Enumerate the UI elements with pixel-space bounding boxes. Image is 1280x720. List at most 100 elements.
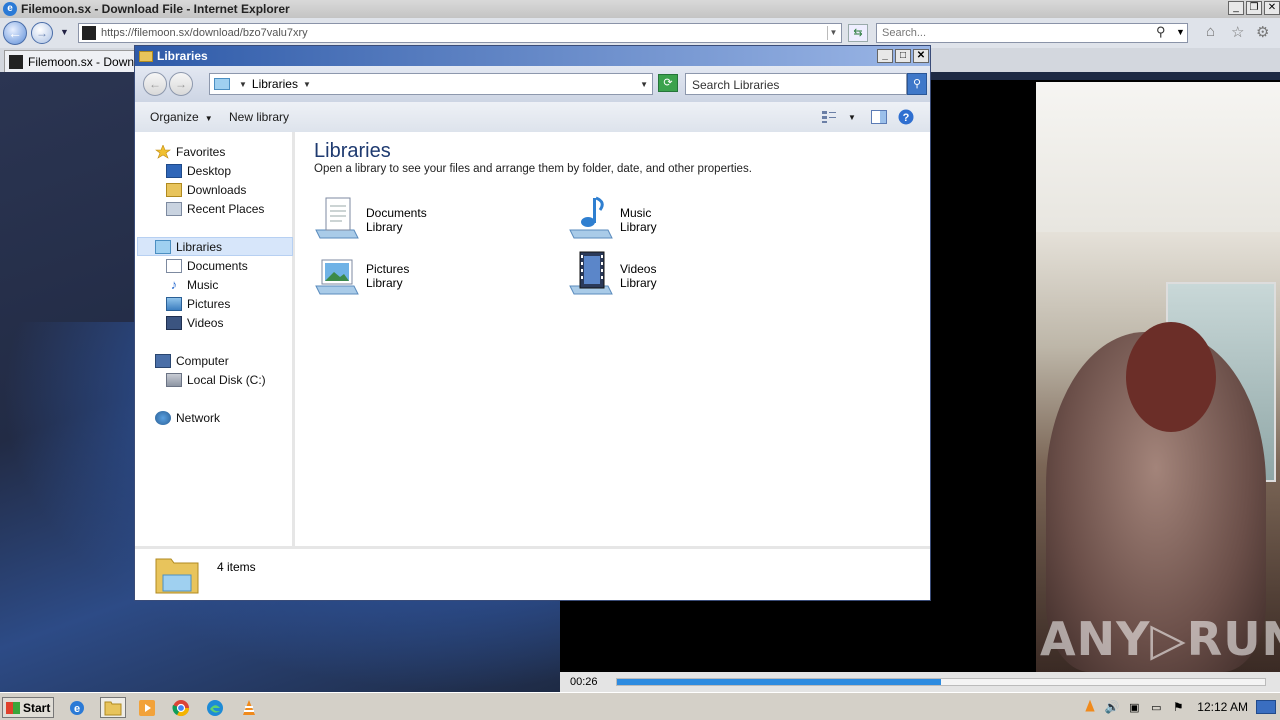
nav-pictures[interactable]: Pictures	[166, 294, 230, 313]
start-button[interactable]: Start	[2, 697, 54, 718]
anyrun-watermark: ANY▷RUN	[1040, 612, 1280, 666]
tray-network-icon[interactable]: ▣	[1123, 701, 1145, 714]
videos-library-icon	[568, 250, 614, 296]
video-frame-image	[1036, 82, 1280, 672]
ie-search-input[interactable]: Search...	[876, 23, 1188, 43]
tray-volume-icon[interactable]: 🔊	[1101, 700, 1123, 714]
library-documents[interactable]: Documents Library	[314, 194, 427, 240]
svg-text:?: ?	[903, 112, 910, 124]
explorer-window-controls: _ □ ✕	[877, 49, 929, 63]
nav-local-disk[interactable]: Local Disk (C:)	[166, 370, 266, 389]
nav-music[interactable]: ♪ Music	[166, 275, 219, 294]
tray-clock[interactable]: 12:12 AM	[1197, 700, 1248, 714]
show-desktop-icon[interactable]	[1256, 700, 1276, 714]
libraries-folder-icon	[139, 50, 153, 62]
nav-recent-places[interactable]: Recent Places	[166, 199, 264, 218]
explorer-maximize-button[interactable]: □	[895, 49, 911, 63]
library-videos[interactable]: Videos Library	[568, 250, 657, 296]
nav-favorites[interactable]: Favorites	[155, 142, 225, 161]
taskbar-media-player-icon[interactable]	[134, 697, 160, 718]
explorer-navigation-bar: ← → ▼ Libraries ▼ ▼ ⟳ Search Libraries ⚲	[135, 66, 930, 102]
video-time: 00:26	[570, 676, 598, 688]
nav-music-label: Music	[187, 277, 219, 292]
tray-action-center-flag-icon[interactable]: ⚑	[1167, 700, 1189, 714]
explorer-title-bar: Libraries _ □ ✕	[135, 46, 930, 66]
change-view-icon[interactable]	[821, 110, 837, 124]
organize-chevron-down-icon: ▼	[204, 114, 213, 123]
explorer-search-input[interactable]: Search Libraries	[685, 73, 907, 95]
explorer-address-bar[interactable]: ▼ Libraries ▼ ▼	[209, 73, 653, 95]
nav-videos[interactable]: Videos	[166, 313, 223, 332]
library-type: Library	[366, 220, 403, 234]
minimize-button[interactable]: _	[1228, 1, 1244, 15]
nav-computer[interactable]: Computer	[155, 351, 229, 370]
help-icon[interactable]: ?	[898, 109, 914, 125]
taskbar-vlc-icon[interactable]	[236, 697, 262, 718]
nav-documents[interactable]: Documents	[166, 256, 248, 275]
taskbar-edge-icon[interactable]	[202, 697, 228, 718]
library-pictures[interactable]: Pictures Library	[314, 250, 409, 296]
explorer-search-placeholder: Search Libraries	[692, 78, 780, 92]
favorites-star-icon[interactable]: ☆	[1231, 23, 1244, 41]
organize-button[interactable]: Organize ▼	[150, 110, 213, 124]
address-dropdown-icon[interactable]: ▼	[827, 26, 839, 40]
item-count: 4 items	[217, 560, 256, 574]
nav-downloads[interactable]: Downloads	[166, 180, 246, 199]
nav-network[interactable]: Network	[155, 408, 220, 427]
libraries-breadcrumb-icon	[214, 78, 230, 90]
tray-vlc-icon[interactable]	[1079, 699, 1101, 716]
preview-pane-icon[interactable]	[871, 110, 887, 124]
breadcrumb-libraries[interactable]: Libraries	[252, 77, 298, 91]
nav-desktop[interactable]: Desktop	[166, 161, 231, 180]
explorer-close-button[interactable]: ✕	[913, 49, 929, 63]
explorer-back-button[interactable]: ←	[143, 72, 167, 96]
videos-film-icon	[166, 315, 182, 330]
new-library-button[interactable]: New library	[229, 110, 289, 124]
taskbar-ie-icon[interactable]: e	[64, 697, 90, 718]
explorer-title: Libraries	[157, 49, 208, 63]
documents-library-icon	[314, 194, 360, 240]
nav-computer-label: Computer	[176, 353, 229, 368]
restore-button[interactable]: ❐	[1246, 1, 1262, 15]
address-bar[interactable]: https://filemoon.sx/download/bzo7valu7xr…	[78, 23, 842, 43]
view-options-chevron-down-icon[interactable]: ▼	[848, 113, 856, 122]
nav-recent-label: Recent Places	[187, 201, 265, 216]
library-name: Videos	[620, 262, 657, 276]
video-progress-track[interactable]	[616, 678, 1266, 686]
search-icon[interactable]: ⚲	[1156, 24, 1166, 40]
explorer-minimize-button[interactable]: _	[877, 49, 893, 63]
explorer-forward-button[interactable]: →	[169, 72, 193, 96]
library-music[interactable]: Music Library	[568, 194, 657, 240]
video-figure-head	[1126, 322, 1216, 432]
star-icon	[155, 143, 171, 159]
library-name: Pictures	[366, 262, 410, 276]
compatibility-refresh-icon[interactable]: ⇆	[848, 24, 868, 42]
close-button[interactable]: ✕	[1264, 1, 1280, 15]
address-history-dropdown-icon[interactable]: ▼	[640, 80, 648, 89]
ie-title-bar: e Filemoon.sx - Download File - Internet…	[0, 0, 1280, 18]
explorer-window: Libraries _ □ ✕ ← → ▼ Libraries ▼ ▼ ⟳ Se…	[134, 45, 931, 601]
taskbar-chrome-icon[interactable]	[168, 697, 194, 718]
address-url: https://filemoon.sx/download/bzo7valu7xr…	[101, 27, 308, 39]
tray-display-icon[interactable]: ▭	[1145, 701, 1167, 714]
explorer-search-icon[interactable]: ⚲	[907, 73, 927, 95]
ie-tab-filemoon[interactable]: Filemoon.sx - Downloa	[4, 50, 144, 72]
back-button[interactable]: ←	[3, 21, 27, 45]
nav-libraries[interactable]: Libraries	[155, 237, 222, 256]
nav-documents-label: Documents	[187, 258, 248, 273]
explorer-refresh-button[interactable]: ⟳	[658, 74, 678, 92]
tab-favicon-icon	[9, 54, 23, 69]
taskbar: Start e 🔊 ▣ ▭ ⚑ 12:12 AM	[0, 692, 1280, 720]
tab-label: Filemoon.sx - Downloa	[28, 54, 144, 69]
recent-pages-dropdown-icon[interactable]: ▼	[60, 27, 69, 37]
search-dropdown-icon[interactable]: ▼	[1176, 27, 1185, 37]
libraries-content: Libraries Open a library to see your fil…	[298, 132, 930, 546]
home-icon[interactable]: ⌂	[1206, 23, 1215, 40]
ie-search-placeholder: Search...	[882, 27, 927, 39]
breadcrumb-chevron-icon[interactable]: ▼	[303, 80, 311, 89]
forward-button[interactable]: →	[31, 22, 53, 44]
music-note-icon: ♪	[170, 276, 178, 292]
breadcrumb-chevron-icon[interactable]: ▼	[239, 80, 247, 89]
tools-gear-icon[interactable]: ⚙	[1256, 23, 1269, 41]
taskbar-explorer-icon[interactable]	[100, 697, 126, 718]
